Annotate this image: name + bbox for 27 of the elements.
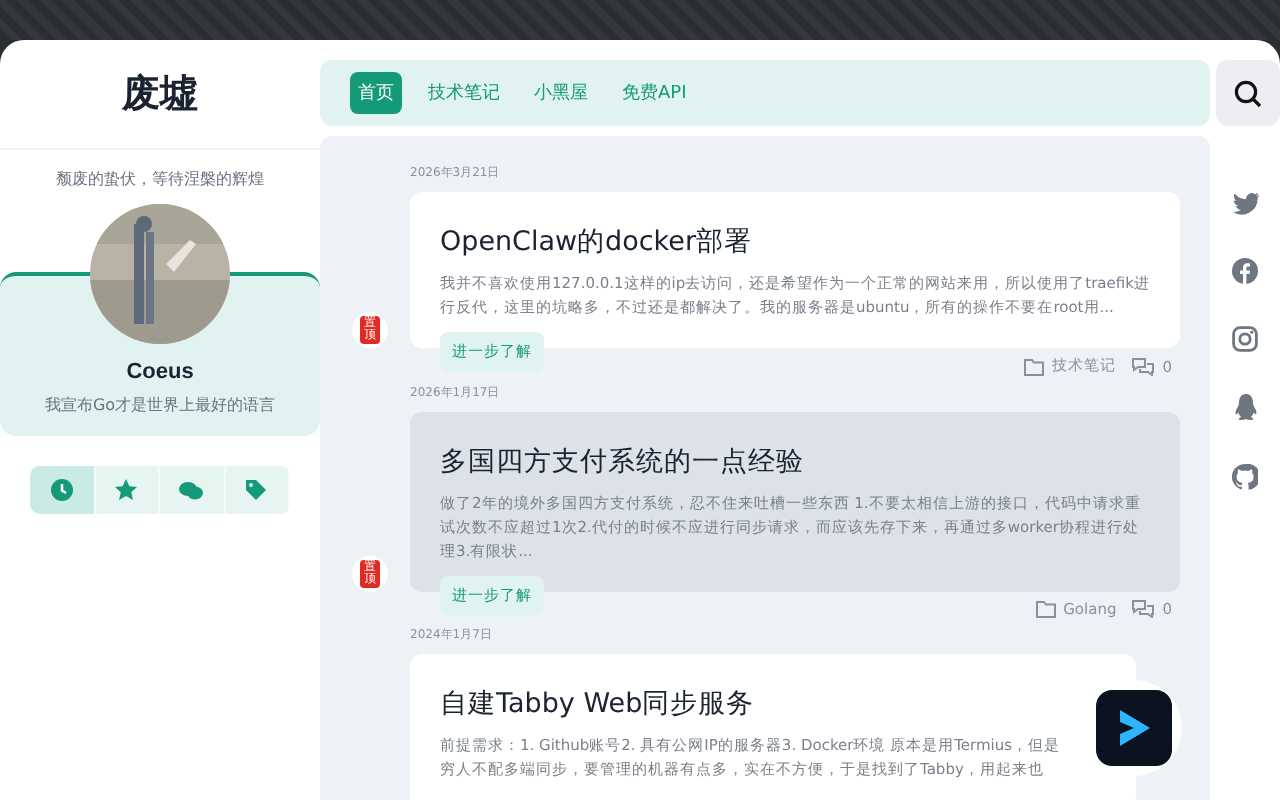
nav-link[interactable]: 免费API (614, 72, 695, 114)
nav-link[interactable]: 小黑屋 (526, 72, 596, 114)
tag-icon (244, 478, 269, 502)
facebook-icon[interactable] (1232, 258, 1258, 284)
post-title[interactable]: 多国四方支付系统的一点经验 (440, 446, 804, 478)
post-title[interactable]: OpenClaw的docker部署 (440, 226, 752, 258)
github-icon[interactable] (1232, 464, 1258, 490)
site-title[interactable]: 废墟 (122, 68, 198, 120)
profile-name: Coeus (126, 360, 194, 384)
nav-link[interactable]: 首页 (350, 72, 402, 114)
search-button[interactable] (1216, 60, 1280, 126)
bird-icon[interactable] (1231, 192, 1259, 216)
clock-tab[interactable] (30, 466, 95, 514)
search-icon (1234, 79, 1262, 107)
post-title[interactable]: 自建Tabby Web同步服务 (440, 688, 755, 720)
folder-icon (1024, 357, 1045, 375)
folder-icon (1035, 600, 1056, 618)
site-motto: 颓废的蛰伏，等待涅槃的辉煌 (54, 168, 266, 190)
chat-icon (178, 479, 205, 501)
clock-icon (49, 478, 74, 502)
comments-icon (1132, 357, 1155, 375)
star-icon (114, 478, 139, 502)
nav-link[interactable]: 技术笔记 (420, 72, 508, 114)
comments-icon (1132, 600, 1155, 618)
profile-bio: 我宣布Go才是世界上最好的语言 (44, 394, 276, 416)
penguin-icon[interactable] (1233, 394, 1257, 422)
instagram-icon[interactable] (1232, 326, 1258, 352)
